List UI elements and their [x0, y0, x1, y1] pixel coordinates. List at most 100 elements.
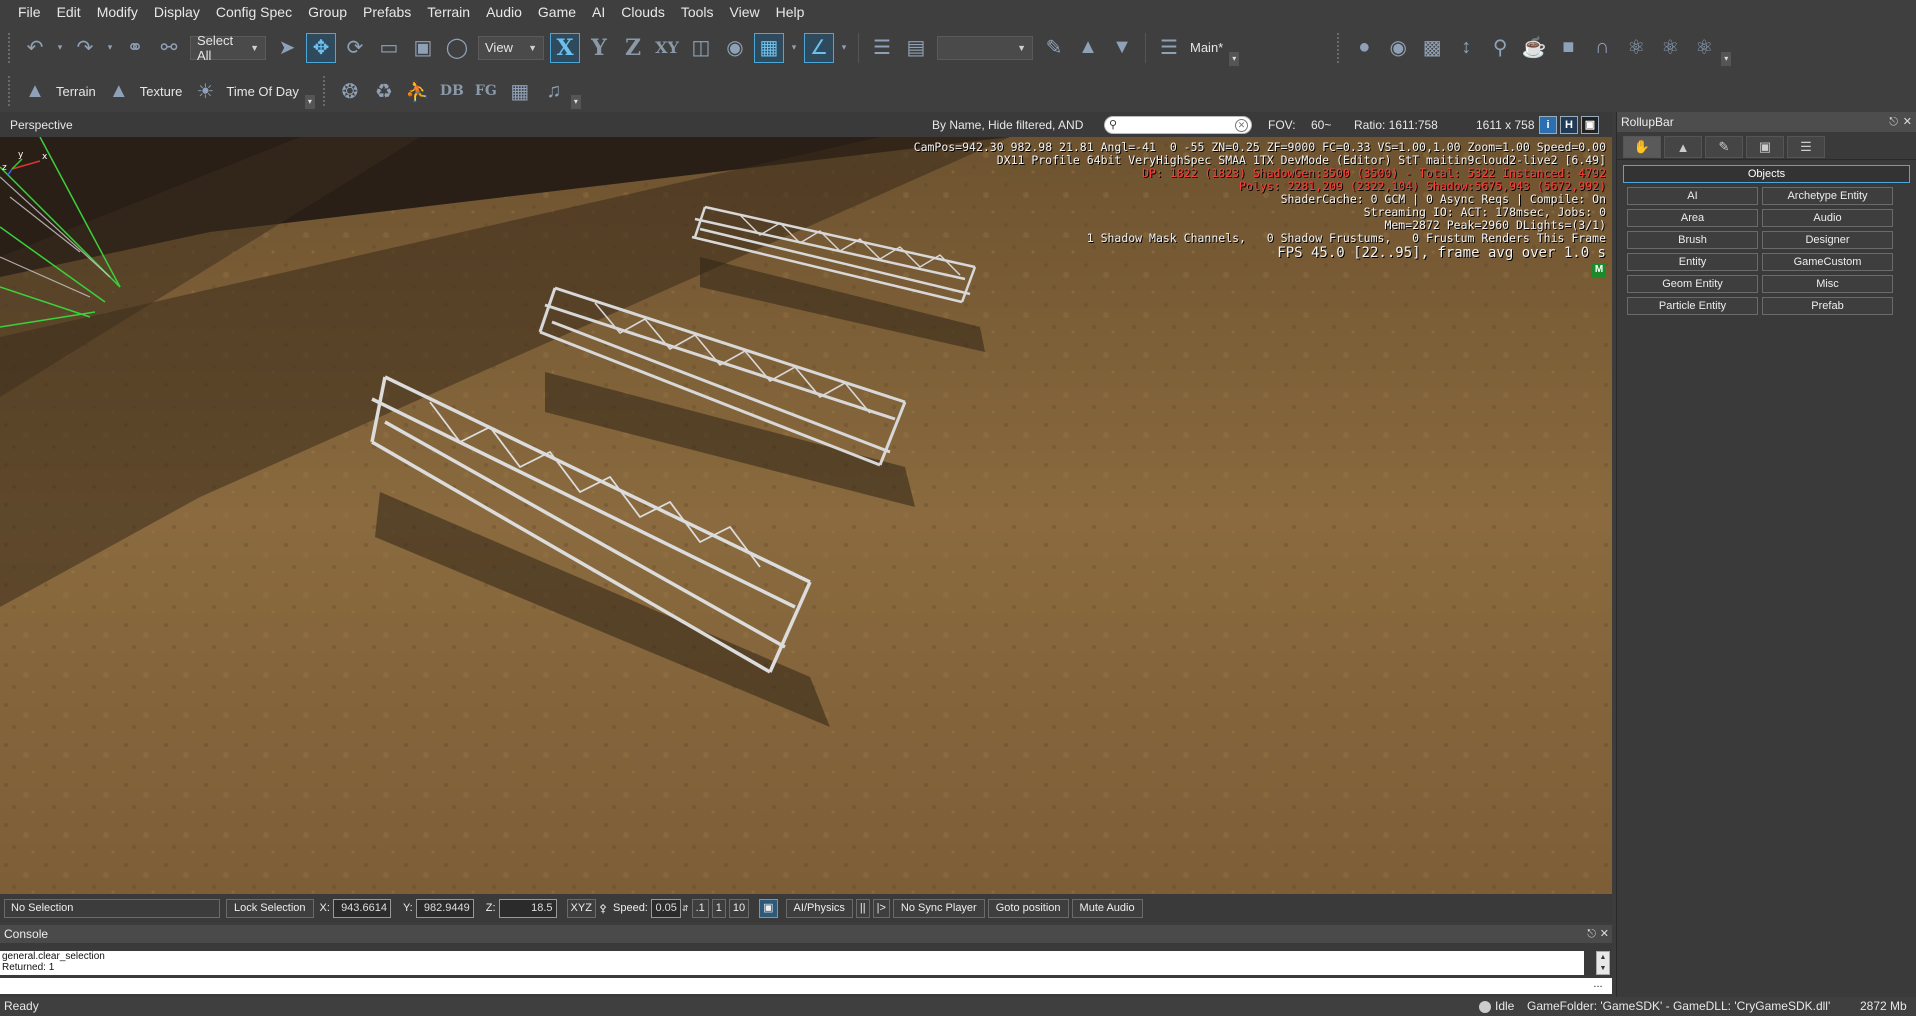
grid-icon[interactable]: ▦ — [505, 76, 535, 106]
menu-terrain[interactable]: Terrain — [419, 0, 478, 25]
resolution-label[interactable]: 1611 x 758 — [1476, 118, 1535, 132]
goto-position-button[interactable]: Goto position — [987, 898, 1069, 918]
menu-prefabs[interactable]: Prefabs — [355, 0, 419, 25]
info-button[interactable]: i — [1539, 116, 1557, 134]
database-button[interactable]: DB — [437, 76, 467, 106]
pickup-icon[interactable]: ◉ — [1383, 33, 1413, 63]
console-input[interactable] — [0, 978, 1584, 994]
xyz-button[interactable]: XYZ — [566, 898, 596, 918]
import-icon[interactable]: ▼ — [1107, 33, 1137, 63]
speed-1-button[interactable]: 1 — [711, 898, 726, 918]
scale-icon[interactable]: ▭ — [374, 33, 404, 63]
toolbar-grip[interactable] — [1337, 32, 1341, 63]
console-more-button[interactable]: ... — [1584, 978, 1612, 994]
align-to-object-icon[interactable]: ◯ — [442, 33, 472, 63]
link-icon[interactable]: ⚭ — [120, 33, 150, 63]
maximize-icon[interactable]: ▣ — [1581, 116, 1599, 134]
tab-modelling[interactable]: ✎ — [1705, 136, 1743, 158]
area-button[interactable]: Area — [1627, 209, 1758, 227]
menu-game[interactable]: Game — [530, 0, 584, 25]
speed-spinner-icon[interactable]: ⇵ — [682, 904, 689, 913]
list-icon[interactable]: ☰ — [867, 33, 897, 63]
toolbar-grip[interactable] — [8, 32, 12, 63]
particle-entity-button[interactable]: Particle Entity — [1627, 297, 1758, 315]
texture-button[interactable]: Texture — [140, 84, 183, 99]
game-sync-icon[interactable]: ▣ — [759, 898, 778, 918]
menu-view[interactable]: View — [722, 0, 768, 25]
gamecustom-button[interactable]: GameCustom — [1762, 253, 1893, 271]
object-snap-icon[interactable]: ◉ — [720, 33, 750, 63]
angle-snap-dropdown-icon[interactable]: ▾ — [838, 33, 850, 63]
viewport-title[interactable]: Perspective — [10, 118, 73, 132]
x-position-field[interactable]: 943.6614 — [332, 898, 391, 918]
z-position-field[interactable]: 18.5 — [498, 898, 557, 918]
select-arrow-icon[interactable]: ➤ — [272, 33, 302, 63]
atom-reset-icon[interactable]: ⚛ — [1689, 33, 1719, 63]
toolbar-grip[interactable] — [322, 76, 327, 106]
geom-entity-button[interactable]: Geom Entity — [1627, 275, 1758, 293]
terrain-button[interactable]: Terrain — [56, 84, 96, 99]
speed-10-button[interactable]: 10 — [728, 898, 750, 918]
menu-tools[interactable]: Tools — [673, 0, 722, 25]
redo-icon[interactable]: ↷ — [70, 33, 100, 63]
search-input[interactable] — [1123, 117, 1233, 134]
menu-config-spec[interactable]: Config Spec — [208, 0, 300, 25]
align-to-terrain-icon[interactable]: ▣ — [408, 33, 438, 63]
terrain-snap-icon[interactable]: ◫ — [686, 33, 716, 63]
misc-button[interactable]: Misc — [1762, 275, 1893, 293]
clear-icon[interactable]: ✕ — [1235, 118, 1248, 132]
lifebuoy-icon[interactable]: ❂ — [335, 76, 365, 106]
menu-ai[interactable]: AI — [584, 0, 613, 25]
character-icon[interactable]: ♻ — [369, 76, 399, 106]
flowgraph-icon[interactable]: ☕ — [1519, 33, 1549, 63]
undo-dropdown-icon[interactable]: ▾ — [54, 33, 66, 63]
export-icon[interactable]: ▲ — [1073, 33, 1103, 63]
lock-icon[interactable]: ⚴ — [599, 902, 607, 915]
ui-emulator-icon[interactable]: ■ — [1553, 33, 1583, 63]
filter-label[interactable]: By Name, Hide filtered, AND — [932, 118, 1083, 132]
box-icon[interactable]: ▩ — [1417, 33, 1447, 63]
step-button[interactable]: |> — [872, 898, 890, 918]
tab-layers[interactable]: ☰ — [1787, 136, 1825, 158]
selection-set-dropdown[interactable]: ▼ — [937, 35, 1033, 60]
menu-modify[interactable]: Modify — [89, 0, 146, 25]
menu-edit[interactable]: Edit — [49, 0, 89, 25]
console-output[interactable]: general.clear_selection Returned: 1 — [0, 951, 1584, 975]
view-dropdown[interactable]: View ▼ — [478, 35, 544, 60]
magnet-icon[interactable]: ∩ — [1587, 33, 1617, 63]
grid-snap-icon[interactable]: ▦ — [754, 32, 784, 63]
rotate-icon[interactable]: ⟳ — [340, 33, 370, 63]
toolbar-overflow-icon[interactable]: ▾ — [1229, 51, 1240, 66]
axis-y-button[interactable]: Y — [584, 33, 614, 63]
height-icon[interactable]: ↕ — [1451, 33, 1481, 63]
prefab-button[interactable]: Prefab — [1762, 297, 1893, 315]
speed-field[interactable]: 0.05 — [650, 898, 681, 918]
mute-audio-button[interactable]: Mute Audio — [1071, 898, 1143, 918]
atom-icon[interactable]: ⚛ — [1621, 33, 1651, 63]
helpers-button[interactable]: H — [1560, 116, 1578, 134]
atom-settings-icon[interactable]: ⚛ — [1655, 33, 1685, 63]
ai-physics-button[interactable]: AI/Physics — [785, 898, 853, 918]
pin-icon[interactable]: ⎋ — [1587, 925, 1596, 943]
angle-snap-icon[interactable]: ∠ — [804, 32, 834, 63]
menu-clouds[interactable]: Clouds — [613, 0, 673, 25]
unlink-icon[interactable]: ⚯ — [154, 33, 184, 63]
sun-icon[interactable]: ☀ — [190, 76, 220, 106]
tab-objects[interactable]: ✋ — [1623, 136, 1661, 158]
console-scrollbar[interactable]: ▲ ▼ — [1596, 951, 1610, 975]
person-icon[interactable]: ⛹ — [403, 76, 433, 106]
edit-selection-icon[interactable]: ✎ — [1039, 33, 1069, 63]
axis-z-button[interactable]: Z — [618, 33, 648, 63]
brush-button[interactable]: Brush — [1627, 231, 1758, 249]
viewport-search[interactable]: ⚲ ✕ — [1104, 115, 1252, 134]
move-icon[interactable]: ✥ — [306, 32, 336, 63]
ai-button[interactable]: AI — [1627, 187, 1758, 205]
3d-viewport[interactable]: CamPos=942.30 982.98 21.81 Angl=-41 0 -5… — [0, 137, 1612, 894]
axis-x-button[interactable]: X — [550, 32, 580, 63]
audio-button[interactable]: Audio — [1762, 209, 1893, 227]
menu-group[interactable]: Group — [300, 0, 355, 25]
layer-name[interactable]: Main* — [1190, 40, 1223, 55]
menu-file[interactable]: File — [10, 0, 49, 25]
document-icon[interactable]: ▤ — [901, 33, 931, 63]
y-position-field[interactable]: 982.9449 — [415, 898, 474, 918]
